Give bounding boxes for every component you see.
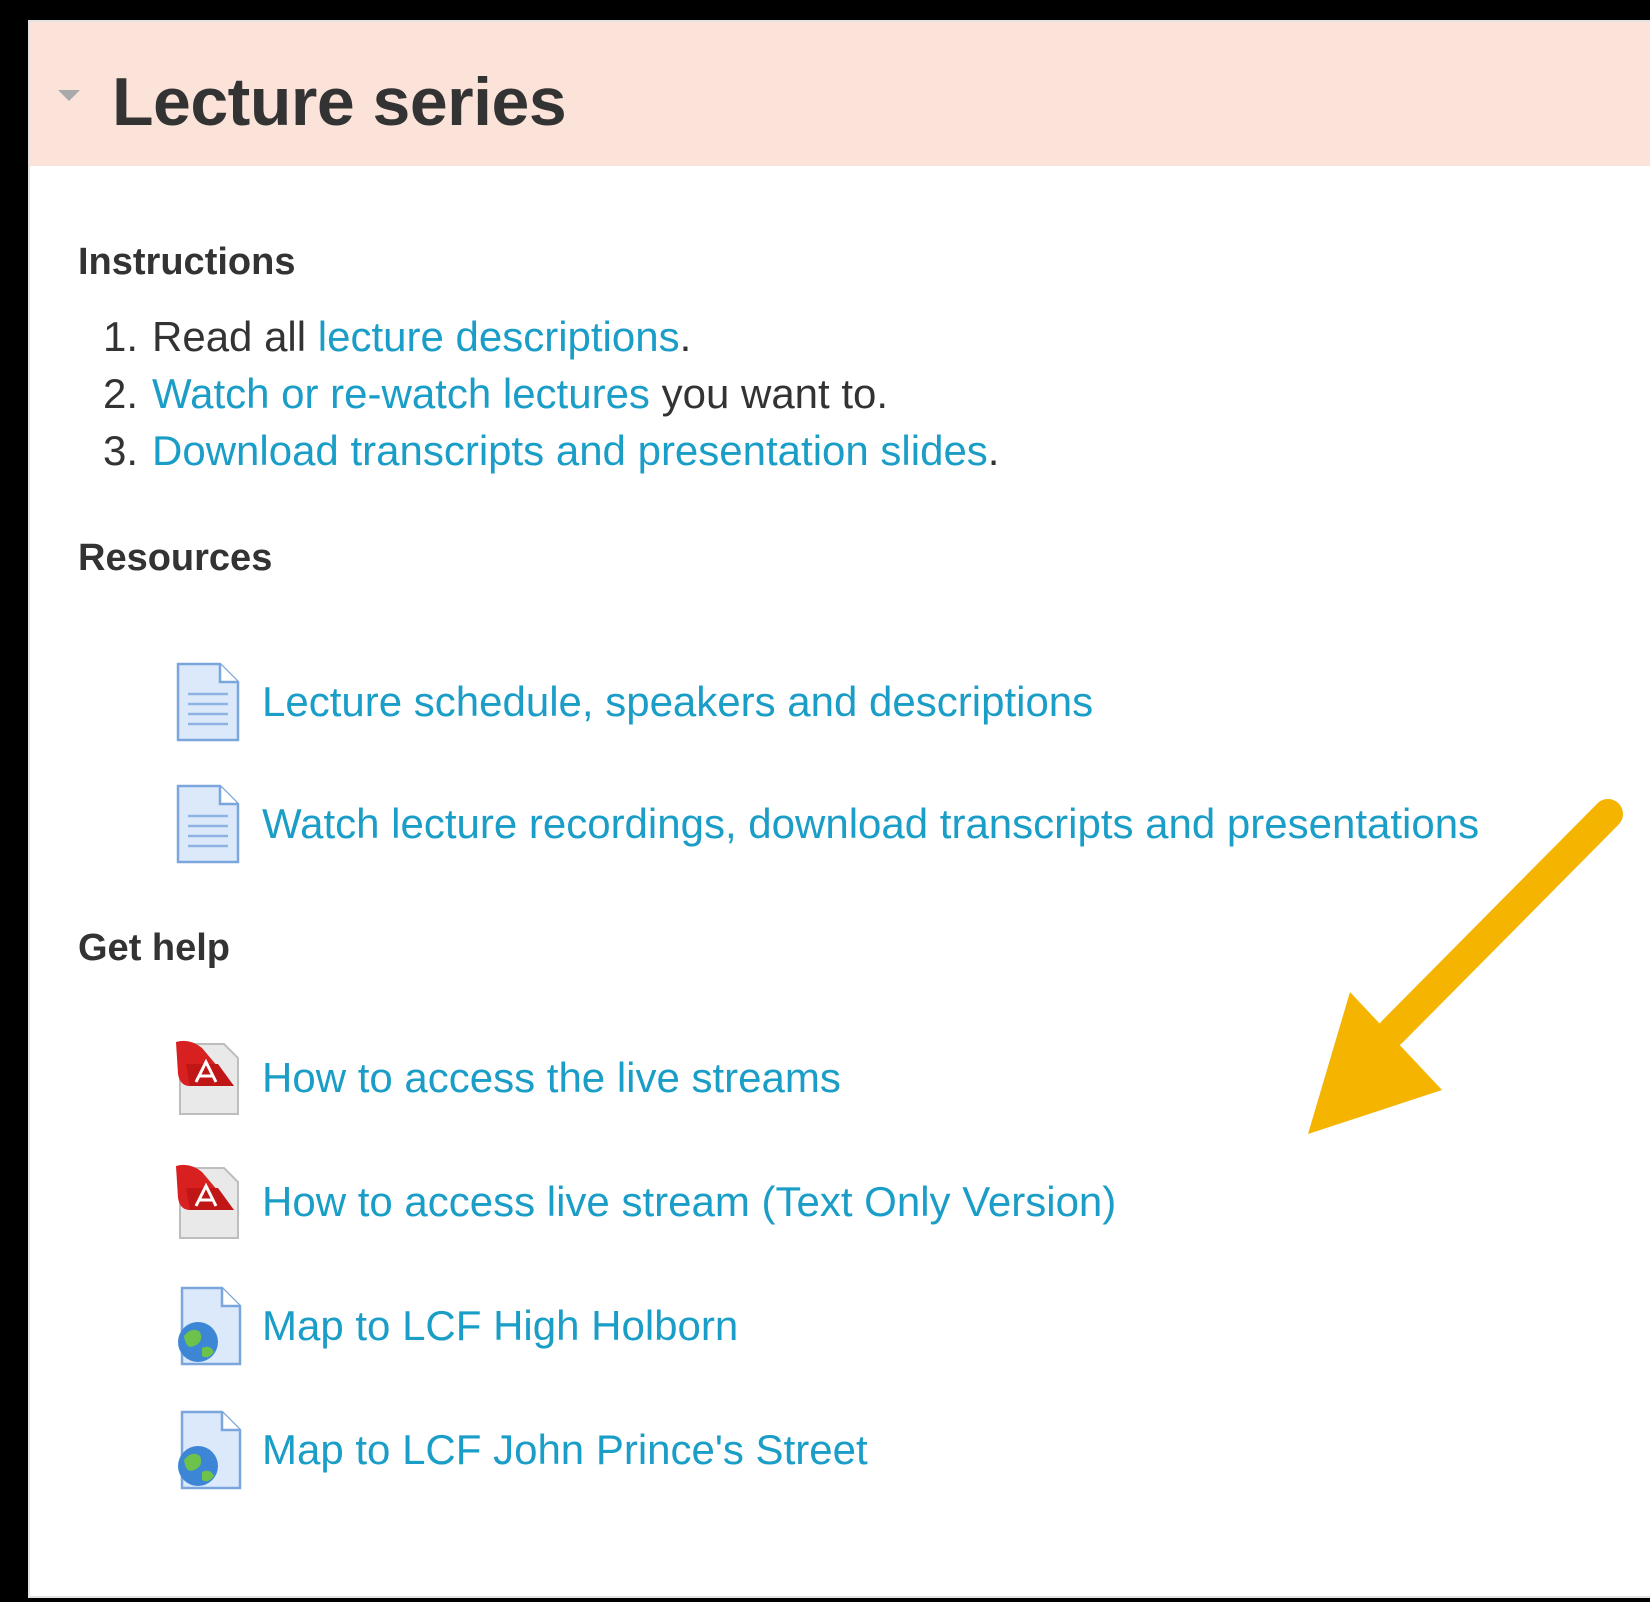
instruction-step: 2. Watch or re-watch lectures you want to… [30, 369, 999, 426]
map-john-princes-street-link[interactable]: Map to LCF John Prince's Street [262, 1426, 868, 1474]
step-number: 1. [102, 313, 138, 360]
lecture-descriptions-link[interactable]: lecture descriptions [318, 313, 680, 360]
watch-lectures-link[interactable]: Watch or re-watch lectures [152, 370, 650, 417]
document-icon [176, 662, 240, 742]
help-item[interactable]: Map to LCF High Holborn [172, 1286, 738, 1366]
step-number: 2. [102, 370, 138, 417]
lecture-schedule-link[interactable]: Lecture schedule, speakers and descripti… [262, 678, 1093, 726]
globe-page-icon [178, 1410, 242, 1490]
section-title[interactable]: Lecture series [112, 62, 567, 142]
step-text: . [679, 313, 692, 360]
instruction-step: 3. Download transcripts and presentation … [30, 426, 1000, 483]
help-item[interactable]: Map to LCF John Prince's Street [172, 1410, 868, 1490]
help-item[interactable]: How to access live stream (Text Only Ver… [172, 1162, 1116, 1242]
instructions-heading: Instructions [78, 241, 296, 283]
download-transcripts-link[interactable]: Download transcripts and presentation sl… [152, 427, 988, 474]
step-text: you want to. [649, 370, 889, 417]
course-section-panel: Lecture series Instructions 1. Read all l… [28, 20, 1650, 1598]
instructions-list: 1. Read all lecture descriptions. 2. Watch… [30, 312, 1000, 483]
step-number: 3. [102, 427, 138, 474]
collapse-caret-icon[interactable] [58, 90, 80, 101]
pdf-icon [176, 1164, 239, 1239]
globe-page-icon [178, 1286, 242, 1366]
live-stream-text-only-link[interactable]: How to access live stream (Text Only Ver… [262, 1178, 1116, 1226]
resource-item[interactable]: Lecture schedule, speakers and descripti… [172, 662, 1093, 742]
help-item[interactable]: How to access the live streams [172, 1038, 841, 1118]
section-header: Lecture series [30, 22, 1650, 166]
instruction-step: 1. Read all lecture descriptions. [30, 312, 999, 369]
map-high-holborn-link[interactable]: Map to LCF High Holborn [262, 1302, 738, 1350]
pdf-icon [176, 1040, 239, 1115]
lecture-recordings-link[interactable]: Watch lecture recordings, download trans… [262, 800, 1479, 848]
live-streams-link[interactable]: How to access the live streams [262, 1054, 841, 1102]
get-help-heading: Get help [78, 927, 231, 969]
resource-item[interactable]: Watch lecture recordings, download trans… [172, 784, 1479, 864]
step-text: . [987, 427, 1000, 474]
document-icon [176, 784, 240, 864]
resources-heading: Resources [78, 537, 273, 579]
step-text: Read all [152, 313, 318, 360]
